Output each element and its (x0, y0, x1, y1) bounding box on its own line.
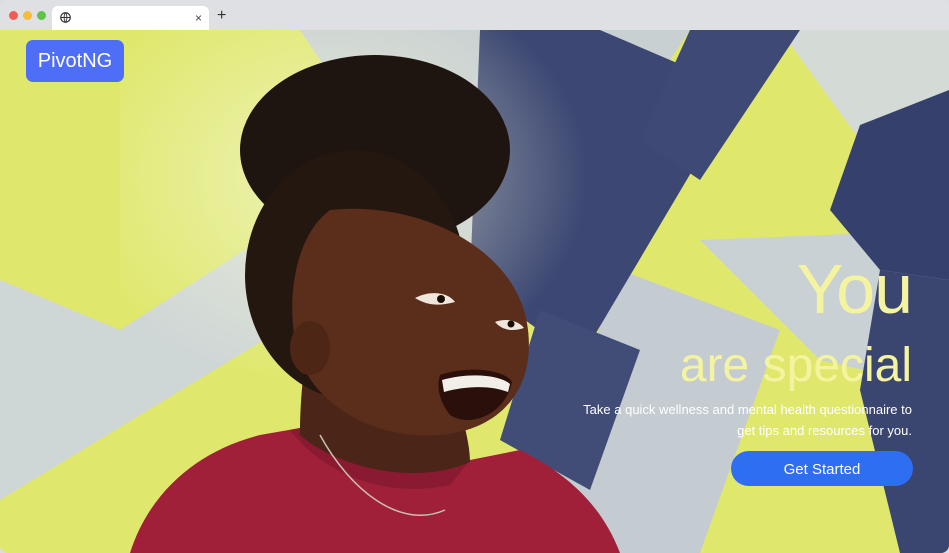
hero-description: Take a quick wellness and mental health … (583, 402, 912, 438)
close-window-button[interactable] (9, 11, 18, 20)
close-tab-icon[interactable]: × (195, 9, 202, 27)
browser-window: × + PivotNG You are special Take a quick… (0, 0, 949, 553)
maximize-window-button[interactable] (37, 11, 46, 20)
browser-tab-bar: × + (0, 0, 949, 30)
minimize-window-button[interactable] (23, 11, 32, 20)
site-logo[interactable]: PivotNG (26, 40, 124, 82)
browser-tab[interactable]: × (52, 6, 209, 30)
page-viewport: PivotNG You are special Take a quick wel… (0, 30, 949, 553)
hero-headline-line1: You (796, 250, 913, 328)
get-started-button[interactable]: Get Started (731, 451, 913, 486)
new-tab-button[interactable]: + (217, 6, 226, 26)
hero-headline-line2: are special (679, 339, 912, 392)
globe-icon (60, 12, 71, 23)
